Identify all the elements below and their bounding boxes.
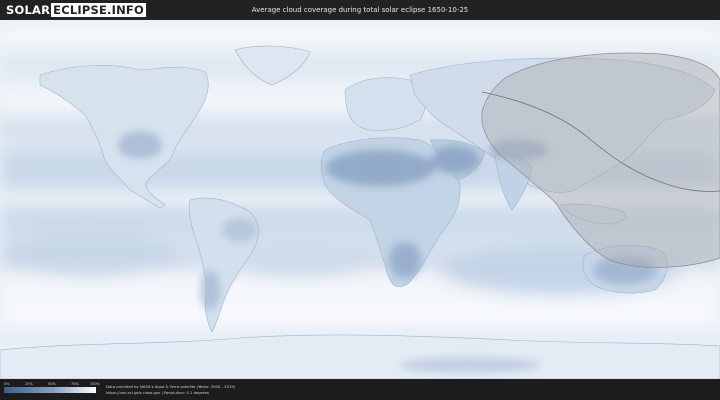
scale-label-25: 25% [25, 382, 33, 386]
page: SOLAR ECLIPSE.INFO Average cloud coverag… [0, 0, 720, 400]
map-title: Average cloud coverage during total sola… [251, 6, 469, 14]
world-map-svg [0, 20, 720, 379]
credit-line-url[interactable]: https://neo.sci.gsfc.nasa.gov | Resoluti… [106, 390, 235, 396]
scale-label-100: 100% [90, 382, 101, 386]
scale-label-50: 50% [48, 382, 56, 386]
footer-bar: 0% 25% 50% 75% 100% Data provided by NAS… [0, 379, 720, 400]
credit-line-source: Data provided by NASA's Aqua & Terra sat… [106, 384, 236, 389]
cloud-coverage-map [0, 20, 720, 379]
scale-label-75: 75% [71, 382, 79, 386]
scale-label-0: 0% [4, 382, 10, 386]
header-bar: SOLAR ECLIPSE.INFO Average cloud coverag… [0, 0, 720, 20]
data-credit: Data provided by NASA's Aqua & Terra sat… [106, 384, 235, 395]
cloud-coverage-scale-bar [4, 387, 96, 393]
